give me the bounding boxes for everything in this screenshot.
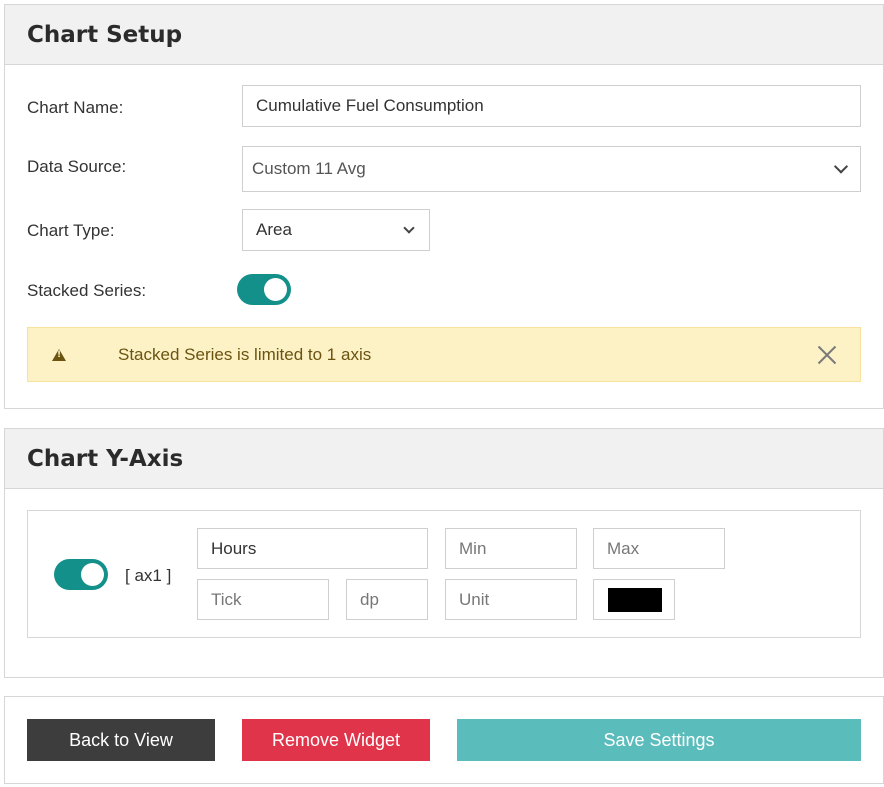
axis-unit-input[interactable]: Unit xyxy=(445,579,577,620)
axis-label-input[interactable]: Hours xyxy=(197,528,428,569)
chart-name-input[interactable]: Cumulative Fuel Consumption xyxy=(242,85,861,127)
axis-tick-input[interactable]: Tick xyxy=(197,579,329,620)
warning-icon xyxy=(52,349,66,361)
chart-type-label: Chart Type: xyxy=(27,221,115,240)
chart-type-value: Area xyxy=(256,220,292,239)
stacked-series-label: Stacked Series: xyxy=(27,281,147,300)
actions-panel: Back to View Remove Widget Save Settings xyxy=(4,696,884,784)
axis-dp-input[interactable]: dp xyxy=(346,579,428,620)
data-source-label: Data Source: xyxy=(27,157,127,176)
toggle-knob xyxy=(81,563,104,586)
chart-setup-panel: Chart Setup Chart Name: Cumulative Fuel … xyxy=(4,4,884,409)
stacked-series-alert: Stacked Series is limited to 1 axis xyxy=(27,327,861,382)
chart-yaxis-panel: Chart Y-Axis [ ax1 ] Hours Min Max Tick … xyxy=(4,428,884,678)
save-settings-button[interactable]: Save Settings xyxy=(457,719,861,761)
axis-row-ax1: [ ax1 ] Hours Min Max Tick dp Unit xyxy=(27,510,861,638)
data-source-value: Custom 11 Avg xyxy=(252,159,366,178)
chevron-down-icon xyxy=(403,222,415,234)
data-source-select[interactable]: Custom 11 Avg xyxy=(242,146,861,192)
stacked-series-toggle[interactable] xyxy=(237,274,291,305)
axis-min-input[interactable]: Min xyxy=(445,528,577,569)
alert-text: Stacked Series is limited to 1 axis xyxy=(118,344,372,364)
axis-id-label: [ ax1 ] xyxy=(125,566,172,585)
axis-enabled-toggle[interactable] xyxy=(54,559,108,590)
chart-setup-title: Chart Setup xyxy=(27,21,183,48)
chart-yaxis-header: Chart Y-Axis xyxy=(5,429,883,489)
chart-name-label: Chart Name: xyxy=(27,98,124,117)
chevron-down-icon xyxy=(833,159,849,174)
close-icon[interactable] xyxy=(816,344,838,366)
chart-yaxis-title: Chart Y-Axis xyxy=(27,445,184,472)
chart-type-select[interactable]: Area xyxy=(242,209,430,251)
back-to-view-button[interactable]: Back to View xyxy=(27,719,215,761)
chart-setup-header: Chart Setup xyxy=(5,5,883,65)
remove-widget-button[interactable]: Remove Widget xyxy=(242,719,430,761)
color-swatch xyxy=(608,588,662,612)
axis-color-picker[interactable] xyxy=(593,579,675,620)
axis-max-input[interactable]: Max xyxy=(593,528,725,569)
toggle-knob xyxy=(264,278,287,301)
